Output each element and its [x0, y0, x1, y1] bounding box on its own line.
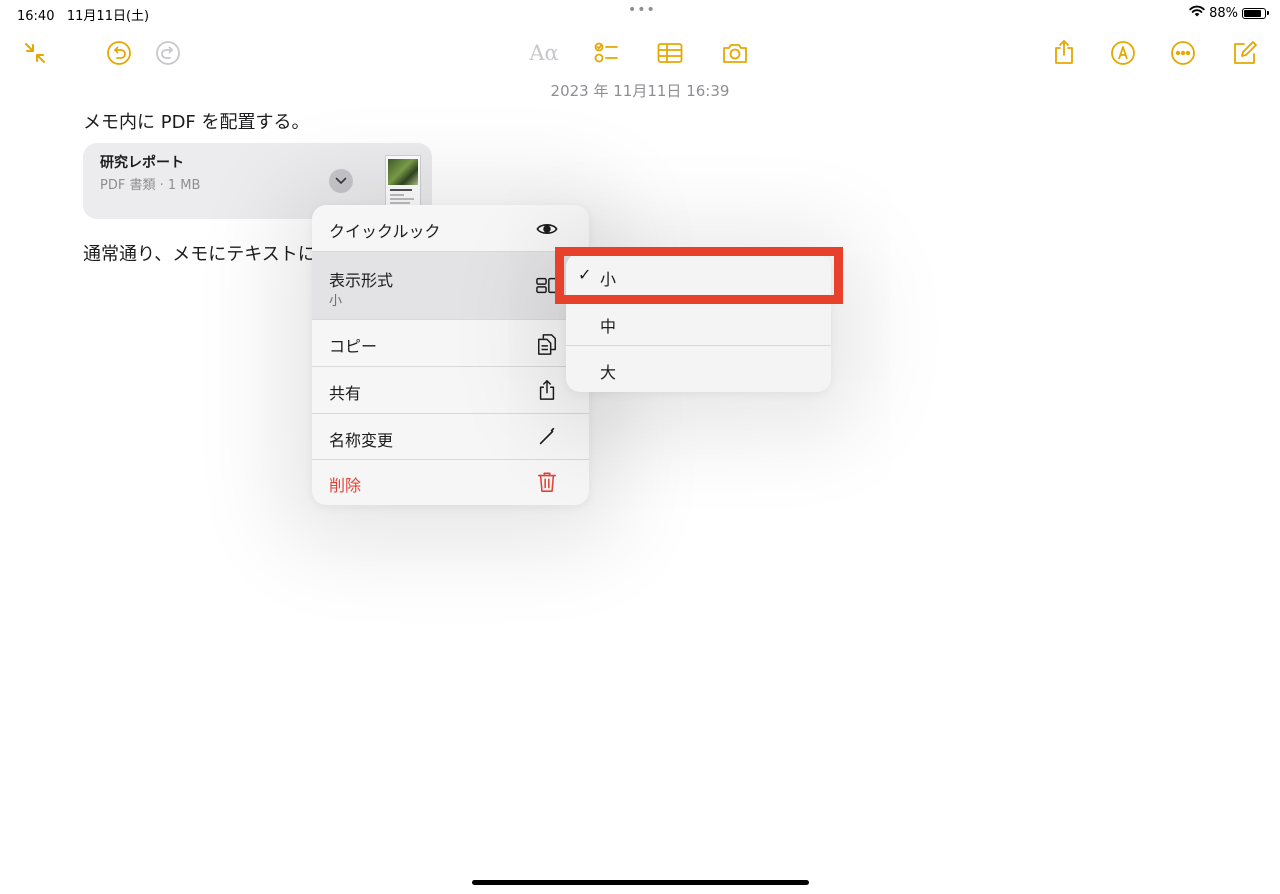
status-date: 11月11日(土)	[66, 9, 150, 24]
note-line-1[interactable]: メモ内に PDF を配置する。	[83, 108, 310, 134]
submenu-item-label: 中	[600, 317, 617, 336]
more-icon[interactable]	[1168, 38, 1198, 68]
multitasking-dots[interactable]: •••	[628, 2, 656, 18]
menu-item-share[interactable]: 共有	[312, 367, 589, 414]
menu-item-copy[interactable]: コピー	[312, 320, 589, 367]
camera-icon[interactable]	[720, 38, 750, 68]
text-format-icon[interactable]: Aα	[526, 38, 562, 68]
status-time: 16:40	[17, 9, 55, 24]
submenu-item-label: 大	[600, 363, 617, 382]
chevron-down-icon[interactable]	[329, 169, 353, 193]
undo-icon[interactable]	[104, 38, 134, 68]
menu-item-label: 名称変更	[329, 431, 394, 450]
menu-item-delete[interactable]: 削除	[312, 460, 589, 505]
attachment-subtitle: PDF 書類 · 1 MB	[100, 178, 201, 193]
compose-icon[interactable]	[1230, 38, 1260, 68]
table-icon[interactable]	[655, 38, 685, 68]
submenu-item-medium[interactable]: 中	[566, 300, 831, 346]
battery-percent: 88%	[1209, 5, 1238, 21]
battery-icon	[1242, 7, 1269, 19]
menu-item-sublabel: 小	[329, 294, 343, 309]
menu-item-view-format[interactable]: 表示形式 小	[312, 252, 589, 320]
menu-item-label: コピー	[329, 337, 378, 356]
note-date: 2023 年 11月11日 16:39	[550, 82, 730, 100]
home-indicator[interactable]	[472, 880, 809, 885]
menu-item-rename[interactable]: 名称変更	[312, 414, 589, 460]
highlight-frame	[555, 247, 843, 304]
share-icon[interactable]	[1049, 37, 1079, 67]
menu-item-label: 表示形式	[329, 271, 394, 290]
submenu-item-large[interactable]: 大	[566, 346, 831, 392]
menu-item-label: 削除	[329, 476, 362, 495]
share-icon	[535, 378, 559, 402]
copy-icon	[535, 332, 559, 356]
attachment-context-menu: クイックルック 表示形式 小 コピー 共有 名称変更 削除	[312, 205, 589, 505]
status-right: 88%	[1189, 5, 1269, 21]
note-line-2[interactable]: 通常通り、メモにテキストに	[83, 240, 316, 266]
trash-icon	[535, 470, 559, 494]
pencil-icon	[535, 425, 559, 449]
status-time-date: 16:40 11月11日(土)	[17, 5, 149, 24]
menu-item-quicklook[interactable]: クイックルック	[312, 205, 589, 252]
attachment-title: 研究レポート	[100, 155, 184, 171]
markup-pen-icon[interactable]	[1108, 38, 1138, 68]
eye-icon	[535, 217, 559, 241]
wifi-icon	[1189, 5, 1205, 21]
checklist-icon[interactable]	[591, 38, 621, 68]
menu-item-label: 共有	[329, 384, 362, 403]
collapse-icon[interactable]	[20, 38, 50, 68]
redo-icon[interactable]	[153, 38, 183, 68]
menu-item-label: クイックルック	[329, 222, 441, 241]
